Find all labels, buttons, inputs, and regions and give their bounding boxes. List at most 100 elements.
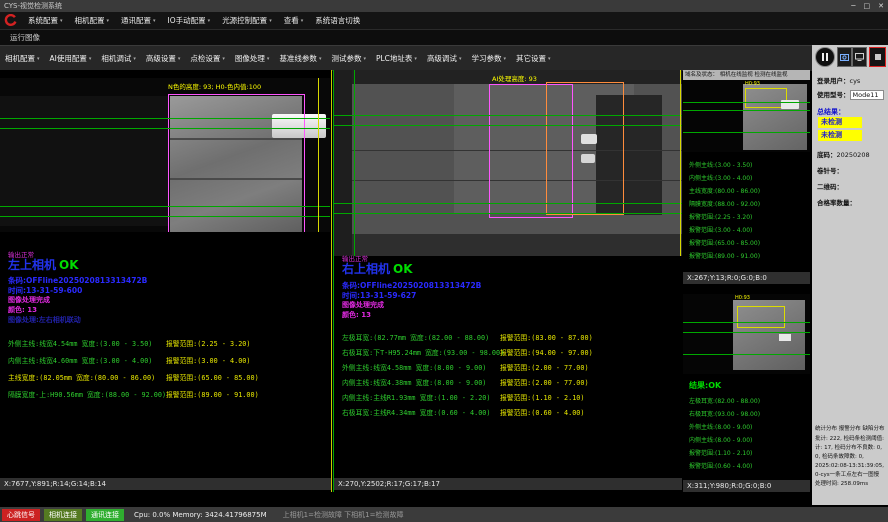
image-annotation: N色的高度: 93; H0-色内值:100	[168, 81, 261, 91]
chevron-down-icon: ▾	[459, 56, 462, 62]
toolbar-tab-spot-check[interactable]: 点检设置▾	[185, 46, 230, 71]
toolbar-tab-advanced-debug[interactable]: 高级调试▾	[422, 46, 467, 71]
window-title: CYS-视觉检测系统	[4, 0, 62, 12]
tab-label: 相机配置	[5, 53, 35, 64]
menu-label: 通讯配置	[121, 15, 151, 26]
menu-item-language-switch[interactable]: 系统语言切换	[309, 12, 366, 29]
right-camera-image[interactable]: AI处理高度: 93	[334, 70, 682, 256]
color-text: 颜色: 13	[342, 310, 371, 320]
menu-label: 光源控制配置	[222, 15, 267, 26]
model-row: 使用型号：Mode11	[817, 89, 884, 100]
roi-rectangle-magenta	[168, 94, 305, 232]
image-annotation: AI处理高度: 93	[492, 73, 537, 83]
measure-line	[0, 206, 330, 207]
monitor-view-button[interactable]	[852, 47, 867, 67]
alarm-range-text: 报警范围:(2.00 - 77.00)	[500, 377, 589, 387]
toolbar-tab-camera-debug[interactable]: 相机调试▾	[96, 46, 141, 71]
camera-result-title: 左上相机OK	[8, 256, 79, 273]
menu-item-light-control-config[interactable]: 光源控制配置 ▾	[216, 12, 278, 29]
camera-name: 左上相机	[8, 258, 56, 272]
tab-label: 测试参数	[331, 53, 361, 64]
side-camera-panel-bottom: H0:93 结果:OK 左极耳宽:(82.00 - 88.00) 右极耳宽:(9…	[683, 284, 810, 492]
alarm-range-text: 报警范围:(94.00 - 97.00)	[500, 347, 593, 357]
maximize-button[interactable]: □	[864, 2, 871, 10]
pixel-coordinate-readout: X:267;Y:13;R:0;G:0;B:0	[683, 272, 810, 284]
heartbeat-signal-button[interactable]: 心跳信号	[2, 509, 40, 521]
side-camera-panel-top: H0:93 外侧主线:(3.00 - 3.50) 内侧主线:(3.00 - 4.…	[683, 80, 810, 284]
small-measure-text: 报警范围:(1.10 - 2.10)	[689, 448, 752, 457]
alarm-range-text: 报警范围:(2.25 - 3.20)	[166, 338, 250, 348]
side-camera-image-bottom[interactable]: H0:93	[683, 294, 810, 374]
left-camera-image[interactable]: N色的高度: 93; H0-色内值:100	[0, 78, 330, 232]
camera-snapshot-button[interactable]	[837, 47, 852, 67]
toolbar-tab-image-processing[interactable]: 图像处理▾	[230, 46, 275, 71]
toolbar-tab-test-params[interactable]: 测试参数▾	[326, 46, 371, 71]
menu-item-view[interactable]: 查看 ▾	[278, 12, 310, 29]
menu-item-camera-config[interactable]: 相机配置 ▾	[69, 12, 116, 29]
side-camera-image-top[interactable]: H0:93	[683, 80, 810, 152]
camera-connection-status: 相机连接	[44, 509, 82, 521]
small-measure-text: 内侧主线:(3.00 - 4.00)	[689, 173, 752, 182]
toolbar-tab-learning-params[interactable]: 学习参数▾	[466, 46, 511, 71]
chevron-down-icon: ▾	[363, 56, 366, 62]
chevron-down-icon: ▾	[37, 56, 40, 62]
roi-rectangle-yellow	[737, 306, 785, 328]
close-button[interactable]: ✕	[878, 2, 884, 10]
toolbar-tab-ai-config[interactable]: AI使用配置▾	[45, 46, 97, 71]
tab-label: 点检设置	[190, 53, 220, 64]
toolbar-tab-baseline-params[interactable]: 基准线参数▾	[274, 46, 326, 71]
small-measure-text: 内侧主线:(8.00 - 9.00)	[689, 435, 752, 444]
stop-button[interactable]	[869, 47, 886, 67]
chevron-down-icon: ▾	[133, 56, 136, 62]
measurement-row: 左极耳宽:(82.77mm 宽度:(82.00 - 88.00) 报警范围:(8…	[342, 332, 680, 344]
batch-code-row: 底码：20250208	[817, 149, 870, 159]
measure-line	[0, 118, 330, 119]
bright-spot	[779, 334, 791, 341]
stats-line: 2025:02:08-13:31:39:05,	[815, 462, 887, 471]
minimize-button[interactable]: ─	[851, 2, 855, 10]
small-measure-text: 外侧主线:(3.00 - 3.50)	[689, 160, 752, 169]
tab-label: 高级设置	[146, 53, 176, 64]
cpu-memory-readout: Cpu: 0.0% Memory: 3424.41796875M	[134, 511, 267, 519]
login-user-label: 登录用户：	[817, 77, 850, 85]
menu-label: 查看	[284, 15, 299, 26]
small-measure-text: 报警范围:(89.00 - 91.00)	[689, 251, 760, 260]
small-measure-text: 左极耳宽:(82.00 - 88.00)	[689, 396, 760, 405]
menu-item-comm-config[interactable]: 通讯配置 ▾	[115, 12, 162, 29]
measurement-text: 内侧主线:线宽4.38mm 宽度:(8.00 - 9.00)	[342, 377, 486, 387]
toolbar-tab-camera-config[interactable]: 相机配置▾	[0, 46, 45, 71]
pause-button[interactable]	[815, 47, 835, 67]
result-ok: OK	[59, 258, 79, 272]
chevron-down-icon: ▾	[107, 18, 110, 24]
menu-item-system-config[interactable]: 系统配置 ▾	[22, 12, 69, 29]
monitor-icon	[855, 53, 864, 61]
right-camera-panel: AI处理高度: 93 输出正常 右上相机OK 条码:OFFline2025020…	[333, 70, 682, 492]
alarm-range-text: 报警范围:(2.00 - 77.00)	[500, 362, 589, 372]
measure-line	[334, 125, 682, 126]
stats-line: 处理时间: 258.09ms	[815, 480, 887, 489]
stats-line: 计: 17, 检码分布不良数: 0,	[815, 444, 887, 453]
small-measure-text: 主线宽度:(80.00 - 86.00)	[689, 186, 760, 195]
batch-code-label: 底码：	[817, 151, 837, 159]
model-label: 使用型号：	[817, 91, 850, 99]
toolbar-tab-other-settings[interactable]: 其它设置▾	[511, 46, 556, 71]
alarm-range-text: 报警范围:(0.60 - 4.00)	[500, 407, 584, 417]
measurement-row: 内侧主线:线宽4.60mm 宽度:(3.00 - 4.00) 报警范围:(3.0…	[8, 355, 329, 367]
pixel-coordinate-readout: X:311;Y:980;R:0;G:0;B:0	[683, 480, 810, 492]
toolbar-tab-advanced-settings[interactable]: 高级设置▾	[141, 46, 186, 71]
measure-line	[683, 110, 810, 111]
small-measure-text: 隔膜宽度:(88.00 - 92.00)	[689, 199, 760, 208]
toolbar-tab-plc-address[interactable]: PLC地址表▾	[371, 46, 422, 71]
menu-item-io-manual-config[interactable]: IO手动配置 ▾	[162, 12, 217, 29]
measurement-text: 右极耳宽:主线R4.34mm 宽度:(0.60 - 4.00)	[342, 407, 491, 417]
status-bar: 心跳信号 相机连接 通讯连接 Cpu: 0.0% Memory: 3424.41…	[0, 507, 888, 522]
measurement-text: 隔膜宽度-上:H90.56mm 宽度:(88.00 - 92.00)	[8, 389, 166, 399]
tab-label: 高级调试	[427, 53, 457, 64]
measure-line	[334, 115, 682, 116]
tab-label: 学习参数	[471, 53, 501, 64]
measure-line	[334, 203, 682, 204]
run-image-label: 运行图像	[10, 30, 40, 45]
chevron-down-icon: ▾	[267, 56, 270, 62]
menu-label: 系统语言切换	[315, 15, 360, 26]
menu-label: 系统配置	[28, 15, 58, 26]
